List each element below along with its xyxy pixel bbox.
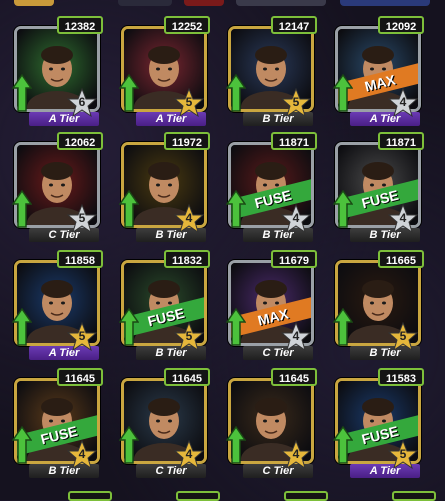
superstar-card[interactable]: FUSE 11832 B Tier 5 — [114, 250, 210, 360]
power-score: 11972 — [164, 132, 210, 150]
upgrade-arrow-icon — [12, 74, 32, 112]
superstar-card[interactable]: FUSE 11871 B Tier 4 — [328, 132, 424, 242]
nav-tab-3[interactable] — [184, 0, 224, 6]
upgrade-arrow-icon — [119, 426, 139, 464]
star-rating-icon: 6 — [66, 87, 98, 118]
star-rating-icon: 5 — [66, 321, 98, 352]
star-count: 4 — [292, 211, 300, 225]
power-score: 11645 — [164, 368, 210, 386]
superstar-card[interactable]: 12252 A Tier 5 — [114, 16, 210, 126]
upgrade-arrow-icon — [226, 74, 246, 112]
star-count: 4 — [185, 447, 193, 461]
power-score: 11665 — [378, 250, 424, 268]
superstar-card[interactable]: 12147 B Tier 5 — [221, 16, 317, 126]
superstar-card[interactable]: 12382 A Tier 6 — [7, 16, 103, 126]
upgrade-arrow-icon — [333, 308, 353, 346]
star-count: 5 — [399, 447, 407, 461]
star-count: 4 — [292, 447, 300, 461]
star-count: 4 — [399, 95, 407, 109]
star-rating-icon: 5 — [66, 203, 98, 234]
power-score: 11832 — [164, 250, 210, 268]
power-score: 11679 — [271, 250, 317, 268]
upgrade-arrow-icon — [333, 190, 353, 228]
superstar-card[interactable]: FUSE 11871 B Tier 4 — [221, 132, 317, 242]
upgrade-arrow-icon — [119, 74, 139, 112]
power-score: 11871 — [378, 132, 424, 150]
power-score: 11645 — [271, 368, 317, 386]
star-rating-icon: 4 — [280, 203, 312, 234]
upgrade-arrow-icon — [12, 190, 32, 228]
upgrade-arrow-icon — [119, 308, 139, 346]
star-rating-icon: 4 — [173, 439, 205, 470]
upgrade-arrow-icon — [119, 190, 139, 228]
star-rating-icon: 4 — [280, 321, 312, 352]
upgrade-arrow-icon — [226, 426, 246, 464]
power-score: 11858 — [57, 250, 103, 268]
upgrade-arrow-icon — [12, 426, 32, 464]
star-count: 5 — [185, 95, 193, 109]
power-score: 12147 — [271, 16, 317, 34]
nav-tab-2[interactable] — [118, 0, 172, 6]
star-rating-icon: 5 — [173, 87, 205, 118]
superstar-card[interactable]: 12062 C Tier 5 — [7, 132, 103, 242]
power-score: 11871 — [271, 132, 317, 150]
star-rating-icon: 5 — [387, 439, 419, 470]
superstar-card[interactable]: MAX 12092 A Tier 4 — [328, 16, 424, 126]
star-rating-icon: 4 — [173, 203, 205, 234]
star-count: 5 — [185, 329, 193, 343]
star-rating-icon: 4 — [66, 439, 98, 470]
power-score: 11583 — [378, 368, 424, 386]
star-count: 5 — [399, 329, 407, 343]
upgrade-arrow-icon — [333, 426, 353, 464]
star-rating-icon: 5 — [387, 321, 419, 352]
star-rating-icon: 5 — [173, 321, 205, 352]
star-rating-icon: 4 — [387, 203, 419, 234]
star-count: 5 — [78, 211, 86, 225]
star-rating-icon: 4 — [387, 87, 419, 118]
superstar-card[interactable]: 11972 B Tier 4 — [114, 132, 210, 242]
superstar-card[interactable]: 11858 A Tier 5 — [7, 250, 103, 360]
upgrade-arrow-icon — [12, 308, 32, 346]
superstar-card[interactable]: 11645 C Tier 4 — [114, 368, 210, 478]
top-nav-strip — [0, 0, 445, 8]
star-count: 5 — [292, 95, 300, 109]
star-count: 4 — [185, 211, 193, 225]
upgrade-arrow-icon — [226, 308, 246, 346]
star-rating-icon: 4 — [280, 439, 312, 470]
nav-tab-1[interactable] — [14, 0, 54, 6]
power-score: 12062 — [57, 132, 103, 150]
superstar-card[interactable]: 11665 B Tier 5 — [328, 250, 424, 360]
star-count: 4 — [292, 329, 300, 343]
superstar-card[interactable]: FUSE 11583 A Tier 5 — [328, 368, 424, 478]
star-count: 6 — [78, 95, 86, 109]
nav-tab-4[interactable] — [236, 0, 326, 6]
power-score: 12092 — [378, 16, 424, 34]
upgrade-arrow-icon — [226, 190, 246, 228]
upgrade-arrow-icon — [333, 74, 353, 112]
superstar-card[interactable]: FUSE 11645 B Tier 4 — [7, 368, 103, 478]
power-score: 12382 — [57, 16, 103, 34]
star-count: 4 — [399, 211, 407, 225]
power-score: 11645 — [57, 368, 103, 386]
superstar-card[interactable]: 11645 C Tier 4 — [221, 368, 317, 478]
star-rating-icon: 5 — [280, 87, 312, 118]
star-count: 5 — [78, 329, 86, 343]
star-count: 4 — [78, 447, 86, 461]
power-score: 12252 — [164, 16, 210, 34]
nav-tab-5[interactable] — [340, 0, 430, 6]
superstar-card[interactable]: MAX 11679 C Tier 4 — [221, 250, 317, 360]
